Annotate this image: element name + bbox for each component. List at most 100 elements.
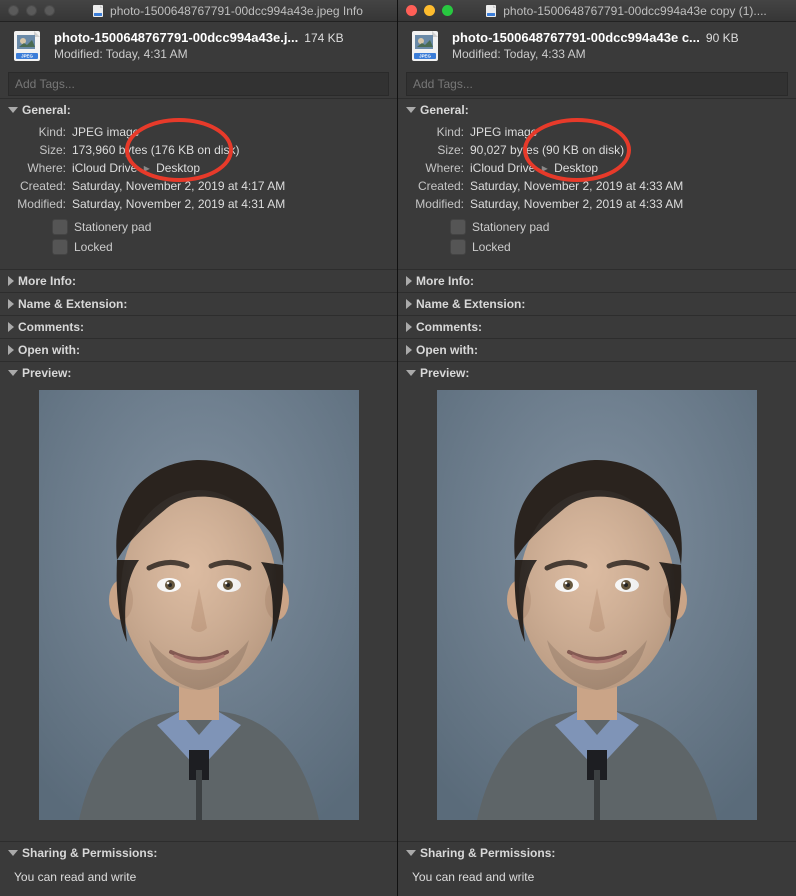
section-title: More Info:: [416, 274, 474, 288]
section-more-info[interactable]: More Info:: [398, 269, 796, 292]
file-name: photo-1500648767791-00dcc994a43e.j...: [54, 30, 298, 45]
locked-checkbox[interactable]: Locked: [52, 239, 389, 255]
tags-field[interactable]: Add Tags...: [8, 72, 389, 96]
file-size: 174 KB: [304, 31, 343, 45]
section-title: Sharing & Permissions:: [22, 846, 157, 860]
info-window-right: photo-1500648767791-00dcc994a43e copy (1…: [398, 0, 796, 896]
where-value: iCloud Drive ▸ Desktop: [72, 160, 389, 176]
section-open-with[interactable]: Open with:: [0, 338, 397, 361]
section-title: Open with:: [18, 343, 80, 357]
section-comments[interactable]: Comments:: [0, 315, 397, 338]
document-icon: [92, 4, 104, 18]
document-icon: [485, 4, 497, 18]
traffic-lights: [398, 5, 476, 16]
section-title: Name & Extension:: [416, 297, 525, 311]
close-dot[interactable]: [406, 5, 417, 16]
where-label: Where:: [406, 160, 464, 176]
disclosure-open-icon: [406, 107, 416, 113]
kind-label: Kind:: [8, 124, 66, 140]
section-sharing[interactable]: Sharing & Permissions:: [398, 841, 796, 864]
preview-body: [0, 384, 397, 841]
zoom-dot[interactable]: [44, 5, 55, 16]
created-label: Created:: [406, 178, 464, 194]
modified-label: Modified:: [8, 196, 66, 212]
checkbox-icon: [52, 239, 68, 255]
section-comments[interactable]: Comments:: [398, 315, 796, 338]
disclosure-closed-icon: [406, 276, 412, 286]
where-value: iCloud Drive ▸ Desktop: [470, 160, 788, 176]
kind-label: Kind:: [406, 124, 464, 140]
checkbox-icon: [450, 219, 466, 235]
section-title: Preview:: [420, 366, 469, 380]
disclosure-open-icon: [8, 370, 18, 376]
kind-value: JPEG image: [470, 124, 788, 140]
section-open-with[interactable]: Open with:: [398, 338, 796, 361]
disclosure-closed-icon: [8, 299, 14, 309]
stationery-label: Stationery pad: [74, 220, 151, 234]
disclosure-open-icon: [406, 370, 416, 376]
file-thumb-icon: [12, 30, 44, 62]
section-title: Comments:: [416, 320, 482, 334]
general-body: Kind: JPEG image Size: 173,960 bytes (17…: [0, 121, 397, 269]
size-label: Size:: [8, 142, 66, 158]
disclosure-closed-icon: [8, 345, 14, 355]
section-more-info[interactable]: More Info:: [0, 269, 397, 292]
created-value: Saturday, November 2, 2019 at 4:17 AM: [72, 178, 389, 194]
tags-field[interactable]: Add Tags...: [406, 72, 788, 96]
kind-value: JPEG image: [72, 124, 389, 140]
section-general[interactable]: General:: [0, 98, 397, 121]
titlebar[interactable]: photo-1500648767791-00dcc994a43e.jpeg In…: [0, 0, 397, 22]
preview-image: [39, 390, 359, 820]
stationery-checkbox[interactable]: Stationery pad: [450, 219, 788, 235]
disclosure-closed-icon: [406, 299, 412, 309]
file-name: photo-1500648767791-00dcc994a43e c...: [452, 30, 700, 45]
size-value: 173,960 bytes (176 KB on disk): [72, 142, 389, 158]
section-preview[interactable]: Preview:: [0, 361, 397, 384]
section-title: More Info:: [18, 274, 76, 288]
close-dot[interactable]: [8, 5, 19, 16]
window-title: photo-1500648767791-00dcc994a43e.jpeg In…: [110, 4, 363, 18]
file-modified: Modified: Today, 4:33 AM: [452, 47, 784, 61]
checkbox-icon: [52, 219, 68, 235]
section-title: Preview:: [22, 366, 71, 380]
minimize-dot[interactable]: [424, 5, 435, 16]
locked-label: Locked: [472, 240, 511, 254]
created-label: Created:: [8, 178, 66, 194]
traffic-lights: [0, 5, 78, 16]
modified-value: Saturday, November 2, 2019 at 4:31 AM: [72, 196, 389, 212]
disclosure-closed-icon: [8, 276, 14, 286]
section-name-ext[interactable]: Name & Extension:: [0, 292, 397, 315]
file-size: 90 KB: [706, 31, 739, 45]
file-modified: Modified: Today, 4:31 AM: [54, 47, 385, 61]
section-title: Name & Extension:: [18, 297, 127, 311]
general-body: Kind: JPEG image Size: 90,027 bytes (90 …: [398, 121, 796, 269]
window-title: photo-1500648767791-00dcc994a43e copy (1…: [503, 4, 767, 18]
section-general[interactable]: General:: [398, 98, 796, 121]
minimize-dot[interactable]: [26, 5, 37, 16]
checkbox-icon: [450, 239, 466, 255]
section-title: Sharing & Permissions:: [420, 846, 555, 860]
titlebar[interactable]: photo-1500648767791-00dcc994a43e copy (1…: [398, 0, 796, 22]
zoom-dot[interactable]: [442, 5, 453, 16]
locked-checkbox[interactable]: Locked: [450, 239, 788, 255]
locked-label: Locked: [74, 240, 113, 254]
created-value: Saturday, November 2, 2019 at 4:33 AM: [470, 178, 788, 194]
section-name-ext[interactable]: Name & Extension:: [398, 292, 796, 315]
file-thumb-icon: [410, 30, 442, 62]
disclosure-closed-icon: [406, 322, 412, 332]
size-value: 90,027 bytes (90 KB on disk): [470, 142, 788, 158]
file-header: photo-1500648767791-00dcc994a43e.j... 17…: [0, 22, 397, 68]
section-title: General:: [22, 103, 71, 117]
disclosure-open-icon: [8, 107, 18, 113]
disclosure-closed-icon: [406, 345, 412, 355]
section-preview[interactable]: Preview:: [398, 361, 796, 384]
stationery-checkbox[interactable]: Stationery pad: [52, 219, 389, 235]
size-label: Size:: [406, 142, 464, 158]
permissions-text: You can read and write: [398, 864, 796, 896]
disclosure-closed-icon: [8, 322, 14, 332]
preview-image: [437, 390, 757, 820]
where-label: Where:: [8, 160, 66, 176]
preview-body: [398, 384, 796, 841]
modified-value: Saturday, November 2, 2019 at 4:33 AM: [470, 196, 788, 212]
section-sharing[interactable]: Sharing & Permissions:: [0, 841, 397, 864]
